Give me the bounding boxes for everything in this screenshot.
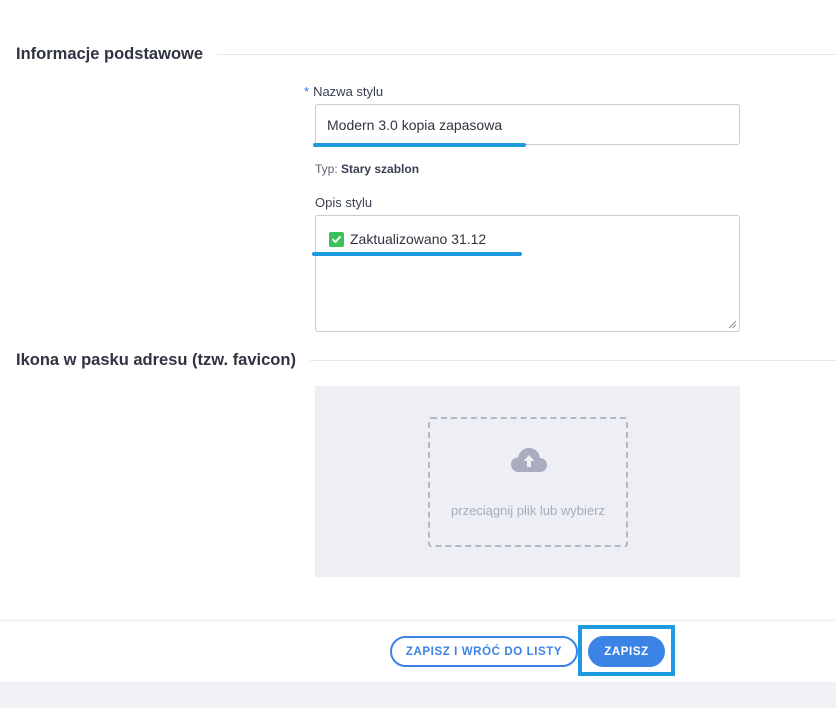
page-bottom-band (0, 682, 836, 708)
section-title: Ikona w pasku adresu (tzw. favicon) (16, 351, 296, 369)
style-description-label: Opis stylu (315, 195, 373, 210)
file-dropzone[interactable]: przeciągnij plik lub wybierz (428, 417, 628, 547)
description-text: Zaktualizowano 31.12 (350, 231, 487, 247)
style-name-input[interactable] (315, 104, 740, 145)
footer-separator (0, 619, 836, 622)
dropzone-hint: przeciągnij plik lub wybierz (451, 503, 605, 518)
style-name-label-text: Nazwa stylu (313, 84, 384, 99)
cloud-upload-icon (511, 448, 547, 472)
type-info: Typ: Stary szablon (315, 162, 419, 176)
check-icon (329, 231, 344, 247)
divider (309, 360, 836, 361)
favicon-upload-panel: przeciągnij plik lub wybierz (315, 386, 740, 577)
style-description-textarea[interactable]: Zaktualizowano 31.12 (315, 215, 740, 332)
resize-grip-icon[interactable] (728, 320, 737, 329)
section-header-basic-info: Informacje podstawowe (16, 45, 836, 64)
type-label: Typ: (315, 162, 338, 176)
section-title: Informacje podstawowe (16, 45, 204, 63)
description-content: Zaktualizowano 31.12 (329, 231, 486, 247)
section-header-favicon: Ikona w pasku adresu (tzw. favicon) (16, 351, 836, 370)
required-mark: * (304, 84, 310, 99)
annotation-highlight (578, 625, 675, 676)
divider (217, 54, 836, 55)
save-and-return-button[interactable]: ZAPISZ I WRÓĆ DO LISTY (390, 636, 578, 667)
annotation-underline (312, 252, 522, 256)
annotation-underline (313, 143, 526, 147)
type-value: Stary szablon (341, 162, 420, 176)
style-name-label: * Nazwa stylu (304, 84, 383, 99)
